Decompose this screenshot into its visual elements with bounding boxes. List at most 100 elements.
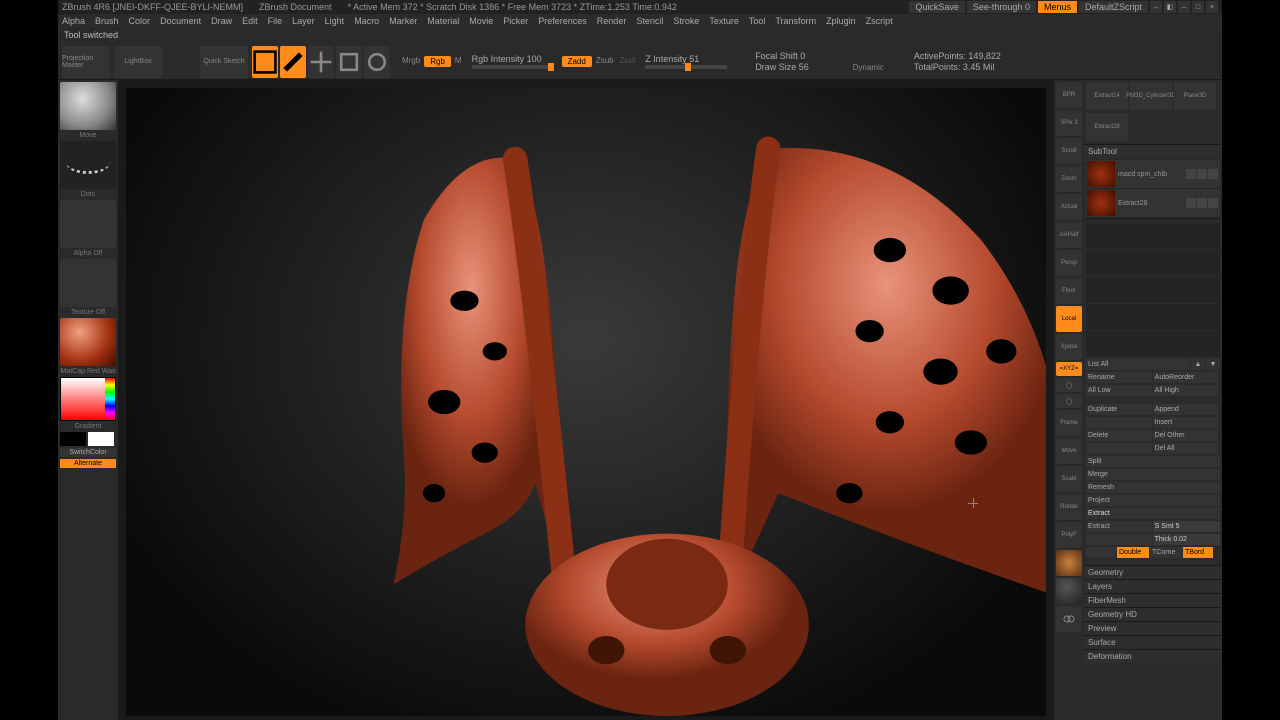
material-thumbnail[interactable] [60, 318, 116, 366]
append-button[interactable]: Append [1153, 404, 1219, 415]
menu-item[interactable]: Alpha [62, 16, 85, 26]
menu-item[interactable]: Preferences [538, 16, 587, 26]
transp-button[interactable] [1056, 606, 1082, 632]
circle2-button[interactable]: ◯ [1056, 394, 1082, 408]
duplicate-button[interactable]: Duplicate [1086, 404, 1152, 415]
menu-item[interactable]: Render [597, 16, 627, 26]
menu-item[interactable]: Tool [749, 16, 766, 26]
mrgb-label[interactable]: Mrgb [402, 56, 420, 67]
section-fibermesh[interactable]: FiberMesh [1084, 593, 1222, 607]
floor-button[interactable]: Floor [1056, 278, 1082, 304]
allhigh-button[interactable]: All High [1153, 385, 1219, 396]
menu-item[interactable]: Movie [469, 16, 493, 26]
menu-item[interactable]: Document [160, 16, 201, 26]
color-swatch-black[interactable] [60, 432, 86, 446]
draw-mode-button[interactable] [280, 46, 306, 78]
xpose-button[interactable]: Xpose [1056, 334, 1082, 360]
zsub-toggle[interactable]: Zsub [596, 56, 614, 67]
quicksketch-button[interactable]: Quick Sketch [200, 46, 248, 78]
minimize-icon[interactable]: – [1178, 1, 1190, 13]
z-intensity-slider[interactable] [645, 65, 727, 69]
menu-item[interactable]: Macro [354, 16, 379, 26]
down-arrow-icon[interactable]: ▼ [1206, 359, 1220, 370]
menu-item[interactable]: Transform [775, 16, 816, 26]
menu-item[interactable]: Zscript [866, 16, 893, 26]
rgb-intensity-slider[interactable] [472, 65, 554, 69]
seethrough-slider[interactable]: See-through 0 [967, 1, 1036, 13]
ssmt-field[interactable]: S Smt 5 [1153, 521, 1220, 532]
xyz-button[interactable]: =XYZ= [1056, 362, 1082, 376]
subtool-header[interactable]: SubTool [1084, 144, 1222, 158]
spix-button[interactable]: SPix 3 [1056, 110, 1082, 136]
frame-button[interactable]: Frame [1056, 410, 1082, 436]
menu-item[interactable]: Stroke [673, 16, 699, 26]
eye-icon[interactable] [1197, 198, 1207, 208]
actual-button[interactable]: Actual [1056, 194, 1082, 220]
alllow-button[interactable]: All Low [1086, 385, 1152, 396]
color-swatch-white[interactable] [88, 432, 114, 446]
persp-button[interactable]: Persp [1056, 250, 1082, 276]
up-arrow-icon[interactable]: ▲ [1191, 359, 1205, 370]
bpr-button[interactable]: BPR [1056, 82, 1082, 108]
texture-thumbnail[interactable] [60, 259, 116, 307]
menu-item[interactable]: Zplugin [826, 16, 856, 26]
zoom-button[interactable]: Zoom [1056, 166, 1082, 192]
insert-button[interactable]: Insert [1153, 417, 1219, 428]
menu-item[interactable]: Picker [503, 16, 528, 26]
autoreorder-button[interactable]: AutoReorder [1153, 372, 1219, 383]
circle1-button[interactable]: ◯ [1056, 378, 1082, 392]
rename-button[interactable]: Rename [1086, 372, 1152, 383]
viewport[interactable] [126, 88, 1046, 716]
scale-button[interactable]: Scale [1056, 466, 1082, 492]
extract-button[interactable]: Extract [1086, 521, 1152, 532]
menu-item[interactable]: Color [129, 16, 151, 26]
scale-mode-button[interactable] [336, 46, 362, 78]
menu-item[interactable]: Edit [242, 16, 258, 26]
polyf-button[interactable]: PolyF [1056, 522, 1082, 548]
listall-button[interactable]: List All [1086, 359, 1190, 370]
project-button[interactable]: Project [1086, 495, 1220, 506]
eye-icon[interactable] [1208, 169, 1218, 179]
tool-thumb[interactable]: Extract28 [1086, 113, 1128, 141]
aahalf-button[interactable]: AAHalf [1056, 222, 1082, 248]
alternate-button[interactable]: Alternate [60, 459, 116, 468]
eye-icon[interactable] [1186, 198, 1196, 208]
menu-item[interactable]: Stencil [636, 16, 663, 26]
menu-item[interactable]: Texture [709, 16, 739, 26]
arrow-icon[interactable]: ◧ [1164, 1, 1176, 13]
eye-icon[interactable] [1197, 169, 1207, 179]
eye-icon[interactable] [1186, 169, 1196, 179]
menu-item[interactable]: Draw [211, 16, 232, 26]
color-picker[interactable] [60, 377, 116, 421]
maximize-icon[interactable]: □ [1192, 1, 1204, 13]
delall-button[interactable]: Del All [1153, 443, 1219, 454]
shading-button[interactable] [1056, 578, 1082, 604]
extract-header[interactable]: Extract [1086, 508, 1220, 519]
rgb-toggle[interactable]: Rgb [424, 56, 451, 67]
delother-button[interactable]: Del Other [1153, 430, 1219, 441]
arrow-icon[interactable]: ↔ [1150, 1, 1162, 13]
remesh-button[interactable]: Remesh [1086, 482, 1220, 493]
quicksave-button[interactable]: QuickSave [909, 1, 965, 13]
default-zscript[interactable]: DefaultZScript [1079, 1, 1148, 13]
brush-thumbnail[interactable] [60, 82, 116, 130]
stroke-thumbnail[interactable] [60, 141, 116, 189]
section-geometryhd[interactable]: Geometry HD [1084, 607, 1222, 621]
section-layers[interactable]: Layers [1084, 579, 1222, 593]
tool-thumb[interactable]: PM3D_Cylinder3D [1130, 82, 1172, 110]
section-preview[interactable]: Preview [1084, 621, 1222, 635]
menus-toggle[interactable]: Menus [1038, 1, 1077, 13]
subtool-row[interactable]: Extract28 [1086, 189, 1220, 217]
switchcolor-button[interactable]: SwitchColor [60, 448, 116, 457]
section-deformation[interactable]: Deformation [1084, 649, 1222, 663]
tcorne-toggle[interactable]: TCorne [1150, 547, 1182, 558]
rotate-button[interactable]: Rotate [1056, 494, 1082, 520]
tbord-toggle[interactable]: TBord [1183, 547, 1213, 558]
section-geometry[interactable]: Geometry [1084, 565, 1222, 579]
projection-master-button[interactable]: Projection Master [62, 46, 110, 78]
close-icon[interactable]: × [1206, 1, 1218, 13]
double-toggle[interactable]: Double [1117, 547, 1149, 558]
tool-thumb[interactable]: Extract14 [1086, 82, 1128, 110]
gradient-label[interactable]: Gradient [60, 423, 116, 430]
tool-thumb[interactable]: Plane3D [1174, 82, 1216, 110]
